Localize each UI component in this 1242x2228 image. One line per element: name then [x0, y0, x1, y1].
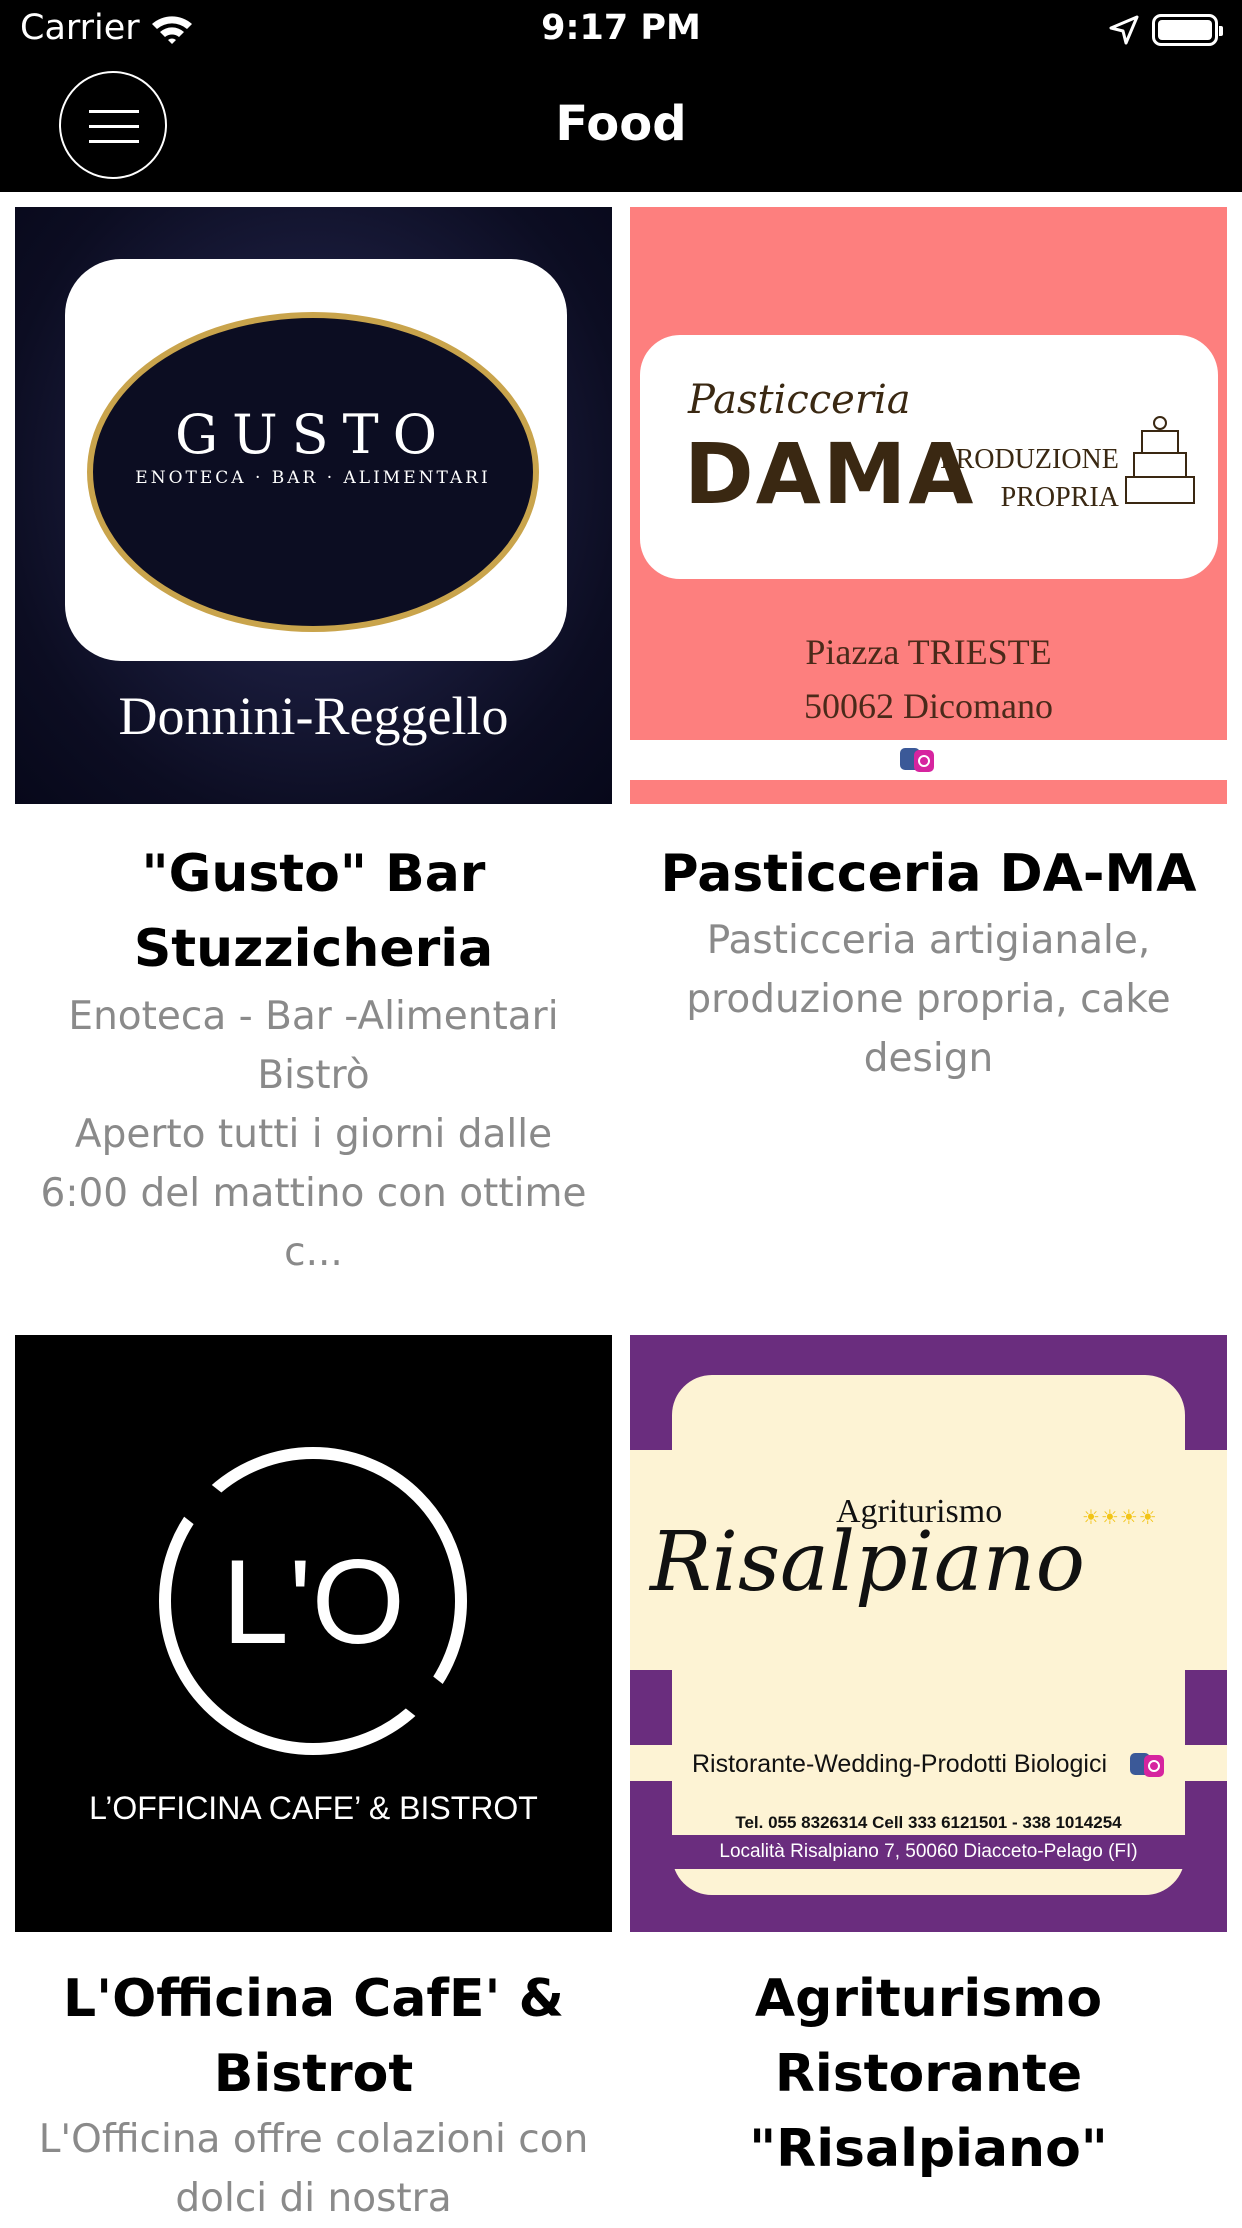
- card-description: L'Officina offre colazioni con dolci di …: [38, 2117, 589, 2221]
- card-title: Agriturismo Ristorante "Risalpiano": [749, 1969, 1108, 2179]
- page-title: Food: [555, 96, 687, 152]
- cake-icon: [1125, 416, 1195, 504]
- card-image: GUSTO ENOTECA · BAR · ALIMENTARI Donnini…: [15, 207, 612, 804]
- list-item-risalpiano[interactable]: Agriturismo ☀☀☀☀ Risalpiano Ristorante-W…: [630, 1335, 1227, 2208]
- address-line: Località Risalpiano 7, 50060 Diacceto-Pe…: [719, 1841, 1138, 1862]
- phone-line: Tel. 055 8326314 Cell 333 6121501 - 338 …: [735, 1813, 1122, 1832]
- card-image: L'O L’OFFICINA CAFE’ & BISTROT: [15, 1335, 612, 1932]
- list-item-dama[interactable]: Pasticceria DAMA PRODUZIONE PROPRIA Piaz…: [630, 207, 1227, 1307]
- logo-script: Pasticceria: [688, 377, 911, 423]
- logo-tagline: PRODUZIONE PROPRIA: [940, 444, 1119, 513]
- logo-text: DAMA: [684, 425, 976, 523]
- facebook-instagram-icon: [900, 748, 934, 772]
- image-caption: L’OFFICINA CAFE’ & BISTROT: [89, 1790, 538, 1826]
- card-title: Pasticceria DA-MA: [660, 844, 1197, 904]
- logo-monogram: L'O: [222, 1535, 405, 1669]
- address-line: 50062 Dicomano: [804, 686, 1053, 726]
- social-strip: [630, 740, 1227, 780]
- card-image: Agriturismo ☀☀☀☀ Risalpiano Ristorante-W…: [630, 1335, 1227, 1932]
- sun-icons: ☀☀☀☀: [1082, 1505, 1158, 1529]
- facebook-instagram-icon: [1130, 1753, 1164, 1777]
- gusto-logo: GUSTO ENOTECA · BAR · ALIMENTARI: [87, 312, 539, 632]
- list-item-officina[interactable]: L'O L’OFFICINA CAFE’ & BISTROT L'Officin…: [15, 1335, 612, 2221]
- card-title: "Gusto" Bar Stuzzicheria: [133, 844, 494, 979]
- logo-subtitle: Ristorante-Wedding-Prodotti Biologici: [692, 1750, 1108, 1778]
- battery-icon: [1152, 14, 1223, 46]
- logo-script: Risalpiano: [650, 1515, 1085, 1610]
- list-item-gusto[interactable]: GUSTO ENOTECA · BAR · ALIMENTARI Donnini…: [15, 207, 612, 1307]
- nav-bar: Food: [0, 62, 1242, 192]
- card-description: Pasticceria artigianale, produzione prop…: [686, 918, 1171, 1081]
- status-bar: Carrier 9:17 PM: [0, 0, 1242, 62]
- logo-panel: Pasticceria DAMA PRODUZIONE PROPRIA: [640, 335, 1218, 579]
- address-block: Piazza TRIESTE 50062 Dicomano: [630, 625, 1227, 733]
- logo-text: GUSTO: [175, 403, 451, 466]
- address-line: Piazza TRIESTE: [805, 632, 1052, 672]
- status-time: 9:17 PM: [541, 8, 701, 48]
- location-arrow-icon: [1108, 14, 1140, 50]
- card-description: Enoteca - Bar -Alimentari Bistrò Aperto …: [40, 994, 587, 1275]
- logo-subtext: ENOTECA · BAR · ALIMENTARI: [135, 468, 491, 488]
- image-caption: Donnini-Reggello: [118, 686, 509, 746]
- card-image: Pasticceria DAMA PRODUZIONE PROPRIA Piaz…: [630, 207, 1227, 804]
- card-title: L'Officina CafE' & Bistrot: [63, 1969, 564, 2104]
